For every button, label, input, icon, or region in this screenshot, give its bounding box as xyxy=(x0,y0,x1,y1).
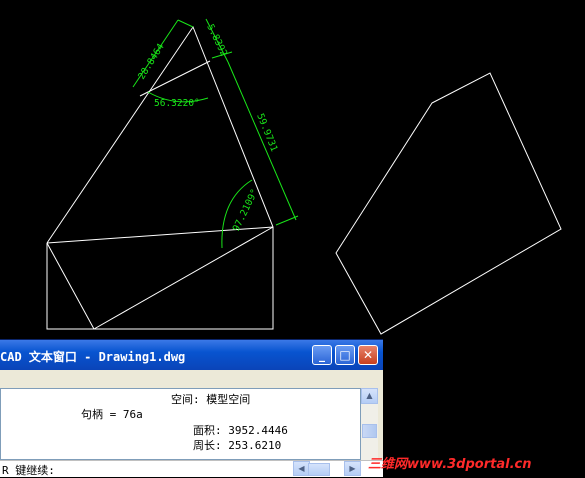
partial-line: ... xyxy=(41,451,61,460)
dimension-labels: 28.8464 5.8392 59.9731 56.3220° 97.2109° xyxy=(136,22,279,233)
text-window-titlebar[interactable]: CAD 文本窗口 - Drawing1.dwg _ □ ✕ xyxy=(0,340,383,370)
maximize-button[interactable]: □ xyxy=(335,345,355,365)
area-line: 面积: 3952.4446 xyxy=(193,424,288,437)
watermark: 三维网www.3dportal.cn xyxy=(368,457,532,472)
handle-line: 句柄 = 76a xyxy=(81,408,143,421)
text-window-title: CAD 文本窗口 - Drawing1.dwg xyxy=(0,350,186,364)
perimeter-line: 周长: 253.6210 xyxy=(193,439,282,452)
left-shape xyxy=(46,25,274,330)
scroll-thumb[interactable] xyxy=(362,424,377,438)
close-button[interactable]: ✕ xyxy=(358,345,378,365)
dim-label-28-8464: 28.8464 xyxy=(136,42,167,82)
right-pentagon xyxy=(335,72,562,335)
vertical-scrollbar[interactable]: ▲ xyxy=(361,388,378,460)
text-window-menubar xyxy=(0,370,383,387)
text-window[interactable]: CAD 文本窗口 - Drawing1.dwg _ □ ✕ 空间: 模型空间 句… xyxy=(0,339,383,477)
dim-label-5-8392: 5.8392 xyxy=(204,22,229,58)
diagonal-lower xyxy=(93,226,274,330)
minimize-button[interactable]: _ xyxy=(312,345,332,365)
history-text-area[interactable]: 空间: 模型空间 句柄 = 76a 面积: 3952.4446 周长: 253.… xyxy=(0,388,361,460)
outer-outline xyxy=(46,25,274,330)
command-line[interactable]: R 键继续: ◀ ▶ xyxy=(0,460,383,477)
angle-label-97-2109: 97.2109° xyxy=(231,187,261,233)
scroll-up-button[interactable]: ▲ xyxy=(361,388,378,404)
horizontal-scroll-thumb[interactable] xyxy=(308,463,330,476)
scroll-right-button[interactable]: ▶ xyxy=(344,461,361,476)
space-line: 空间: 模型空间 xyxy=(171,393,251,406)
angle-label-56-3220: 56.3220° xyxy=(154,98,200,109)
